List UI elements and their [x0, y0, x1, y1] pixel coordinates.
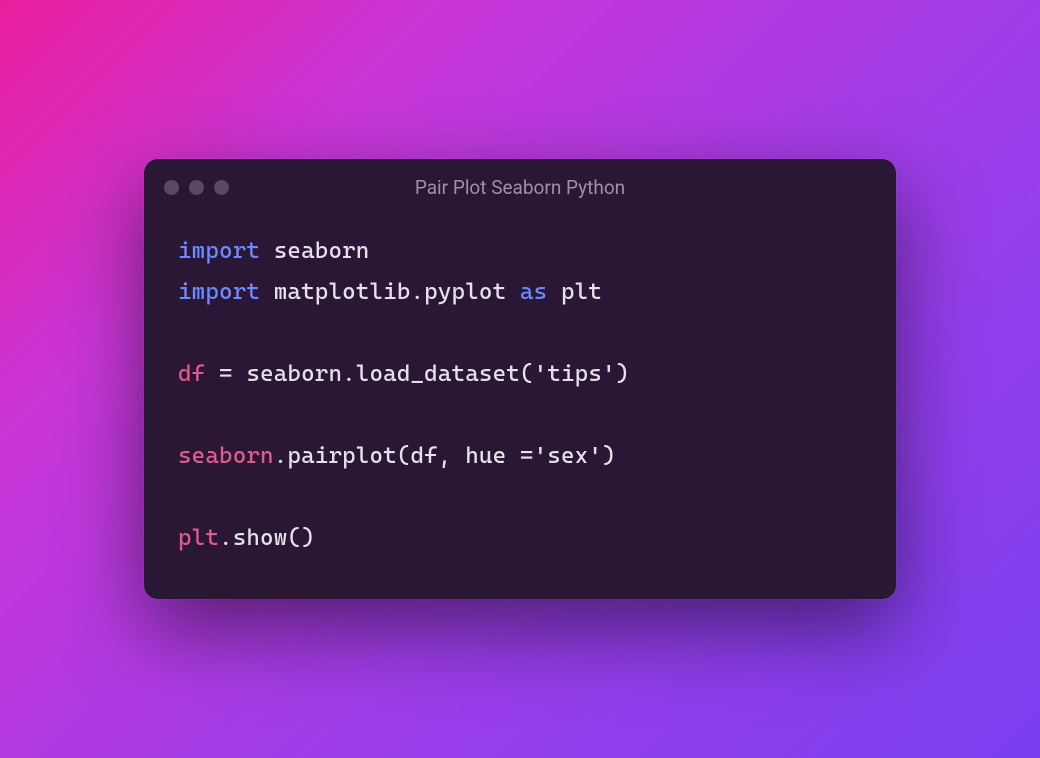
variable: plt: [178, 525, 219, 551]
keyword-import: import: [178, 238, 260, 264]
close-icon[interactable]: [164, 180, 179, 195]
code-content: import seaborn import matplotlib.pyplot …: [144, 215, 896, 599]
code-line: df = seaborn.load_dataset('tips'): [178, 354, 862, 395]
alias-name: plt: [547, 279, 602, 305]
code-line: plt.show(): [178, 518, 862, 559]
titlebar: Pair Plot Seaborn Python: [144, 159, 896, 215]
code-window: Pair Plot Seaborn Python import seaborn …: [144, 159, 896, 599]
minimize-icon[interactable]: [189, 180, 204, 195]
string-literal: 'tips': [534, 361, 616, 387]
code-text: = seaborn.load_dataset(: [205, 361, 533, 387]
variable: df: [178, 361, 205, 387]
keyword-import: import: [178, 279, 260, 305]
window-title: Pair Plot Seaborn Python: [415, 176, 625, 199]
maximize-icon[interactable]: [214, 180, 229, 195]
code-line: import matplotlib.pyplot as plt: [178, 272, 862, 313]
code-text: .pairplot(df, hue =: [274, 443, 534, 469]
module-name: matplotlib.pyplot: [260, 279, 520, 305]
blank-line: [178, 477, 862, 518]
blank-line: [178, 395, 862, 436]
code-line: import seaborn: [178, 231, 862, 272]
module-name: seaborn: [260, 238, 369, 264]
code-line: seaborn.pairplot(df, hue ='sex'): [178, 436, 862, 477]
code-text: .show(): [219, 525, 315, 551]
blank-line: [178, 313, 862, 354]
string-literal: 'sex': [534, 443, 602, 469]
punctuation: ): [602, 443, 616, 469]
punctuation: ): [616, 361, 630, 387]
variable: seaborn: [178, 443, 274, 469]
keyword-as: as: [520, 279, 547, 305]
traffic-lights: [164, 180, 229, 195]
